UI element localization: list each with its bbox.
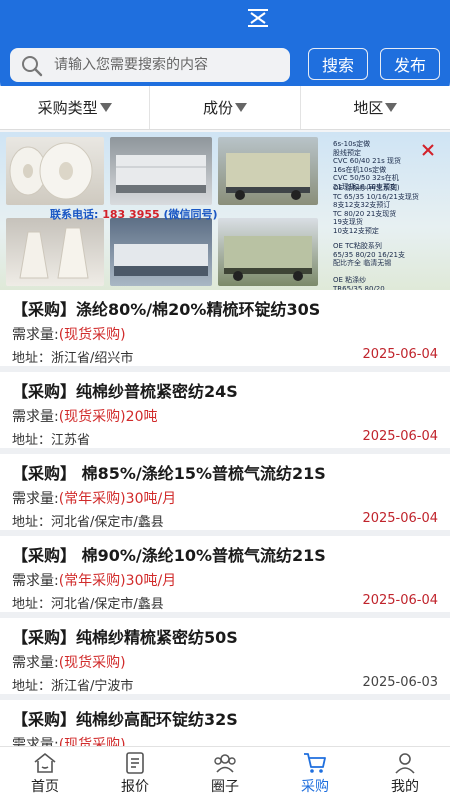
search-box[interactable] <box>10 48 290 82</box>
demand-quantity: 30吨/月 <box>125 573 177 589</box>
demand-type: (常年采购) <box>58 573 126 589</box>
tab-mine[interactable]: 我的 <box>360 747 450 800</box>
item-address: 地址：江苏省 <box>12 433 91 448</box>
item-date: 2025-06-04 <box>362 429 438 444</box>
item-demand: 需求量:(常年采购)30吨/月 <box>12 488 176 508</box>
item-date: 2025-06-04 <box>362 511 438 526</box>
item-address: 地址：浙江省/绍兴市 <box>12 351 134 366</box>
tab-label: 采购 <box>301 779 329 795</box>
factory-machine-photo <box>110 137 212 205</box>
item-title: 【采购】纯棉纱高配环锭纺32S <box>12 710 238 729</box>
item-date: 2025-06-04 <box>362 593 438 608</box>
header-bar: 搜索 发布 <box>0 0 450 96</box>
close-icon[interactable] <box>420 142 436 158</box>
item-demand: 需求量:(常年采购)30吨/月 <box>12 570 176 590</box>
user-icon <box>395 753 415 774</box>
banner-text-mid: OE 涤棉纱(再生系列) TC 65/35 10/16/21支现货 8支12支3… <box>333 184 419 235</box>
filter-region[interactable]: 地区 <box>301 86 450 129</box>
filter-label: 采购类型 <box>37 99 98 117</box>
search-icon <box>22 56 43 77</box>
filter-bar: 采购类型 成份 地区 <box>0 86 450 130</box>
contact-note: (微信同号) <box>163 208 218 221</box>
tab-quote[interactable]: 报价 <box>90 747 180 800</box>
phone-number: 183 3955 <box>102 208 160 221</box>
list-item[interactable]: 【采购】涤纶80%/棉20%精梳环锭纺30S 需求量:(现货采购) 地址：浙江省… <box>0 290 450 372</box>
demand-quantity: 20吨 <box>125 409 158 425</box>
demand-type: (现货采购) <box>58 655 126 671</box>
home-icon <box>34 753 56 773</box>
demand-label: 需求量: <box>12 573 59 589</box>
item-title: 【采购】纯棉纱普梳紧密纺24S <box>12 382 238 401</box>
cart-icon <box>304 753 326 773</box>
search-button[interactable]: 搜索 <box>308 48 368 80</box>
contact-label: 联系电话: <box>50 208 99 221</box>
tab-home[interactable]: 首页 <box>0 747 90 800</box>
filter-label: 地区 <box>353 99 384 117</box>
dropdown-triangle-icon <box>235 103 247 112</box>
item-date: 2025-06-04 <box>362 347 438 362</box>
item-demand: 需求量:(现货采购) <box>12 652 126 672</box>
banner-text-bottom: OE TC粘胶系列 65/35 80/20 16/21支 配比齐全 临清无锡 O… <box>333 242 405 290</box>
filter-purchase-type[interactable]: 采购类型 <box>0 86 151 129</box>
item-address: 地址：河北省/保定市/蠡县 <box>12 597 164 612</box>
item-title: 【采购】纯棉纱精梳紧密纺50S <box>12 628 238 647</box>
filter-label: 成份 <box>202 99 233 117</box>
search-row: 搜索 发布 <box>10 48 440 82</box>
purchase-list: 【采购】涤纶80%/棉20%精梳环锭纺30S 需求量:(现货采购) 地址：浙江省… <box>0 290 450 782</box>
purchase-page: 搜索 发布 采购类型 成份 地区 <box>0 0 450 800</box>
yarn-cone-photo <box>6 137 104 205</box>
ad-banner[interactable]: 联系电话: 183 3955 (微信同号) 6s-10s定做 股线预定 CVC … <box>0 132 450 290</box>
demand-quantity: 30吨/月 <box>125 491 177 507</box>
demand-label: 需求量: <box>12 491 59 507</box>
filter-composition[interactable]: 成份 <box>150 86 301 129</box>
dropdown-triangle-icon <box>385 103 398 112</box>
tab-label: 圈子 <box>211 779 239 795</box>
community-icon <box>214 754 236 773</box>
demand-type: (常年采购) <box>58 491 126 507</box>
item-address: 地址：河北省/保定市/蠡县 <box>12 515 164 530</box>
tab-label: 我的 <box>391 779 419 795</box>
loaded-truck-photo <box>218 218 318 286</box>
item-title: 【采购】 棉85%/涤纶15%普梳气流纺21S <box>12 464 326 483</box>
tab-purchase[interactable]: 采购 <box>270 747 360 800</box>
publish-button[interactable]: 发布 <box>380 48 440 80</box>
tab-label: 报价 <box>121 779 149 795</box>
demand-type: (现货采购) <box>58 409 126 425</box>
list-item[interactable]: 【采购】 棉85%/涤纶15%普梳气流纺21S 需求量:(常年采购)30吨/月 … <box>0 454 450 536</box>
list-item[interactable]: 【采购】 棉90%/涤纶10%普梳气流纺21S 需求量:(常年采购)30吨/月 … <box>0 536 450 618</box>
tab-community[interactable]: 圈子 <box>180 747 270 800</box>
item-address: 地址：浙江省/宁波市 <box>12 679 134 694</box>
contact-phone: 联系电话: 183 3955 (微信同号) <box>50 206 218 222</box>
demand-type: (现货采购) <box>58 327 126 343</box>
yarn-cones-photo <box>6 218 104 286</box>
item-date: 2025-06-03 <box>362 675 438 690</box>
dropdown-triangle-icon <box>99 103 112 112</box>
spinning-machine-photo <box>110 218 212 286</box>
list-item[interactable]: 【采购】纯棉纱普梳紧密纺24S 需求量:(现货采购)20吨 地址：江苏省 202… <box>0 372 450 454</box>
item-title: 【采购】涤纶80%/棉20%精梳环锭纺30S <box>12 300 321 319</box>
bottom-tab-bar: 首页 报价 圈子 采购 我的 <box>0 746 450 800</box>
quote-icon <box>126 752 144 774</box>
logo-icon <box>248 9 268 27</box>
demand-label: 需求量: <box>12 327 59 343</box>
list-item[interactable]: 【采购】纯棉纱精梳紧密纺50S 需求量:(现货采购) 地址：浙江省/宁波市 20… <box>0 618 450 700</box>
search-input[interactable] <box>54 48 286 82</box>
truck-cargo-photo <box>218 137 318 205</box>
item-title: 【采购】 棉90%/涤纶10%普梳气流纺21S <box>12 546 326 565</box>
demand-label: 需求量: <box>12 409 59 425</box>
item-demand: 需求量:(现货采购) <box>12 324 126 344</box>
tab-label: 首页 <box>31 779 59 795</box>
item-demand: 需求量:(现货采购)20吨 <box>12 406 157 426</box>
demand-label: 需求量: <box>12 655 59 671</box>
